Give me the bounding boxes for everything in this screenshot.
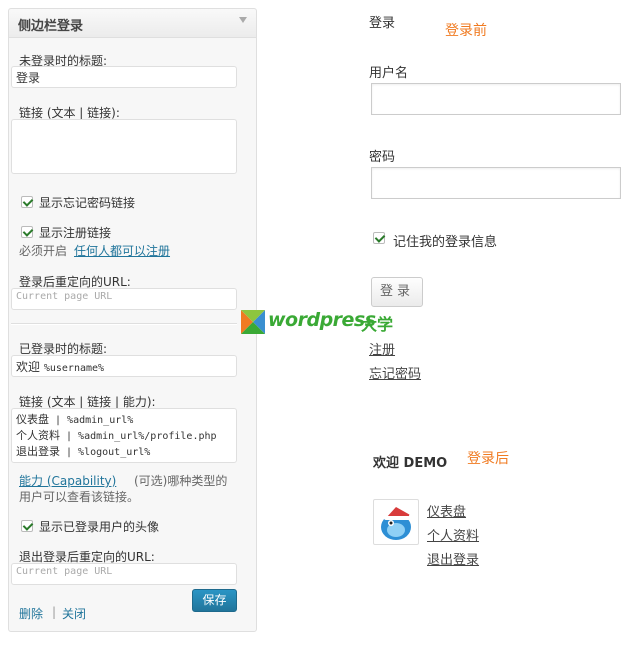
- redirect-url-input[interactable]: Current page URL: [11, 288, 237, 310]
- remember-me-checkbox[interactable]: [373, 232, 385, 244]
- logout-redirect-input[interactable]: Current page URL: [11, 563, 237, 585]
- links-line: 个人资料 | %admin_url%/profile.php: [16, 429, 217, 442]
- logout-redirect-placeholder: Current page URL: [16, 566, 113, 577]
- dashboard-link[interactable]: 仪表盘: [427, 501, 466, 520]
- logged-in-title-code: %username%: [43, 363, 105, 374]
- logout-link[interactable]: 退出登录: [427, 549, 479, 568]
- show-register-label: 显示注册链接: [39, 226, 112, 240]
- register-link[interactable]: 注册: [369, 339, 395, 358]
- close-link[interactable]: 关闭: [62, 605, 86, 622]
- show-register-checkbox[interactable]: [21, 226, 33, 238]
- login-button[interactable]: 登录: [371, 277, 423, 307]
- remember-me-label: 记住我的登录信息: [393, 235, 498, 250]
- capability-link[interactable]: 能力 (Capability): [19, 472, 116, 489]
- after-login-tag: 登录后: [467, 451, 509, 467]
- link-separator: |: [52, 605, 57, 619]
- password-input[interactable]: [371, 167, 621, 199]
- sidebar-login-widget: 侧边栏登录: [8, 8, 257, 632]
- widget-title: 侧边栏登录: [18, 19, 84, 34]
- show-lost-password-checkbox[interactable]: [21, 196, 33, 208]
- redirect-url-placeholder: Current page URL: [16, 291, 113, 302]
- avatar-bird-icon: [381, 507, 415, 540]
- logged-in-links-textarea[interactable]: 仪表盘 | %admin_url% 个人资料 | %admin_url%/pro…: [11, 408, 237, 463]
- password-label: 密码: [369, 150, 396, 165]
- must-enable-text: 必须开启: [19, 244, 68, 258]
- logged-in-title-prefix: 欢迎: [16, 360, 41, 374]
- username-input[interactable]: [371, 83, 621, 115]
- collapse-arrow-icon[interactable]: [239, 17, 247, 23]
- profile-link[interactable]: 个人资料: [427, 525, 479, 544]
- before-login-tag: 登录前: [445, 23, 487, 39]
- anyone-can-register-link[interactable]: 任何人都可以注册: [74, 242, 170, 259]
- logo-suffix: 大学: [361, 315, 394, 334]
- username-label: 用户名: [369, 66, 409, 81]
- logged-out-links-textarea[interactable]: [11, 119, 237, 174]
- section-divider: [11, 323, 237, 325]
- widget-header[interactable]: 侧边栏登录: [9, 9, 256, 38]
- logo-text: wordpress: [268, 309, 376, 331]
- delete-link[interactable]: 删除: [19, 605, 43, 622]
- show-avatar-checkbox[interactable]: [21, 520, 33, 532]
- links-line: 退出登录 | %logout_url%: [16, 445, 151, 458]
- show-lost-password-label: 显示忘记密码链接: [39, 196, 136, 210]
- lost-password-link[interactable]: 忘记密码: [369, 363, 421, 382]
- login-heading: 登录: [369, 16, 396, 31]
- logged-in-title-input[interactable]: 欢迎 %username%: [11, 355, 237, 377]
- avatar: [373, 499, 419, 545]
- show-avatar-label: 显示已登录用户的头像: [39, 520, 160, 534]
- welcome-heading: 欢迎 DEMO: [373, 456, 448, 471]
- logged-out-title-input[interactable]: 登录: [11, 66, 237, 88]
- links-line: 仪表盘 | %admin_url%: [16, 413, 134, 426]
- wordpress-daxue-logo: wordpress 大学: [241, 309, 401, 335]
- logo-mark-icon: [241, 310, 265, 334]
- capability-note-2: 用户可以查看该链接。: [19, 490, 140, 504]
- capability-note-1: (可选)哪种类型的: [134, 474, 228, 488]
- save-button[interactable]: 保存: [192, 589, 237, 612]
